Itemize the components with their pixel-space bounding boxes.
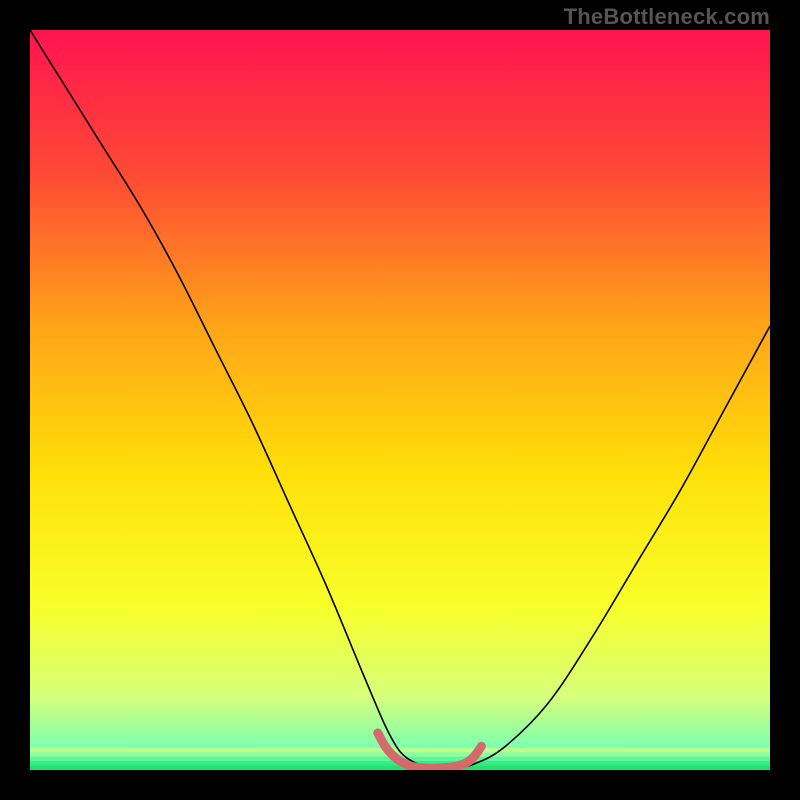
plot-area xyxy=(30,30,770,770)
gradient-background xyxy=(30,30,770,770)
watermark-text: TheBottleneck.com xyxy=(564,4,770,30)
chart-frame: TheBottleneck.com xyxy=(0,0,800,800)
chart-canvas xyxy=(30,30,770,770)
